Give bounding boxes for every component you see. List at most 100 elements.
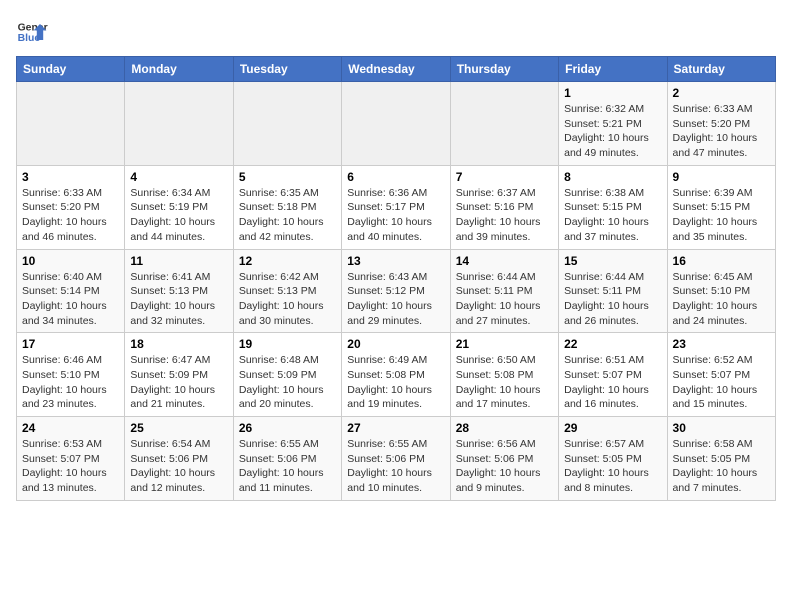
day-cell: 29 Sunrise: 6:57 AM Sunset: 5:05 PM Dayli… [559, 417, 667, 501]
day-number: 17 [22, 337, 119, 351]
day-cell: 4 Sunrise: 6:34 AM Sunset: 5:19 PM Daylig… [125, 165, 233, 249]
day-cell: 21 Sunrise: 6:50 AM Sunset: 5:08 PM Dayli… [450, 333, 558, 417]
week-row-3: 10 Sunrise: 6:40 AM Sunset: 5:14 PM Dayli… [17, 249, 776, 333]
day-cell: 2 Sunrise: 6:33 AM Sunset: 5:20 PM Daylig… [667, 82, 775, 166]
day-detail: Sunrise: 6:43 AM Sunset: 5:12 PM Dayligh… [347, 270, 444, 329]
day-detail: Sunrise: 6:37 AM Sunset: 5:16 PM Dayligh… [456, 186, 553, 245]
day-cell: 14 Sunrise: 6:44 AM Sunset: 5:11 PM Dayli… [450, 249, 558, 333]
day-detail: Sunrise: 6:40 AM Sunset: 5:14 PM Dayligh… [22, 270, 119, 329]
day-detail: Sunrise: 6:58 AM Sunset: 5:05 PM Dayligh… [673, 437, 770, 496]
day-number: 16 [673, 254, 770, 268]
day-cell [450, 82, 558, 166]
day-cell: 1Sunrise: 6:32 AM Sunset: 5:21 PM Daylig… [559, 82, 667, 166]
day-detail: Sunrise: 6:45 AM Sunset: 5:10 PM Dayligh… [673, 270, 770, 329]
col-header-friday: Friday [559, 57, 667, 82]
day-cell: 17 Sunrise: 6:46 AM Sunset: 5:10 PM Dayli… [17, 333, 125, 417]
logo-icon: General Blue [16, 16, 48, 48]
week-row-1: 1Sunrise: 6:32 AM Sunset: 5:21 PM Daylig… [17, 82, 776, 166]
day-number: 29 [564, 421, 661, 435]
day-detail: Sunrise: 6:34 AM Sunset: 5:19 PM Dayligh… [130, 186, 227, 245]
logo: General Blue [16, 16, 48, 48]
day-detail: Sunrise: 6:56 AM Sunset: 5:06 PM Dayligh… [456, 437, 553, 496]
day-cell: 30 Sunrise: 6:58 AM Sunset: 5:05 PM Dayli… [667, 417, 775, 501]
day-cell: 20 Sunrise: 6:49 AM Sunset: 5:08 PM Dayli… [342, 333, 450, 417]
day-number: 26 [239, 421, 336, 435]
day-detail: Sunrise: 6:55 AM Sunset: 5:06 PM Dayligh… [347, 437, 444, 496]
day-number: 13 [347, 254, 444, 268]
day-detail: Sunrise: 6:38 AM Sunset: 5:15 PM Dayligh… [564, 186, 661, 245]
day-number: 5 [239, 170, 336, 184]
day-cell: 6 Sunrise: 6:36 AM Sunset: 5:17 PM Daylig… [342, 165, 450, 249]
day-number: 30 [673, 421, 770, 435]
day-number: 2 [673, 86, 770, 100]
day-cell [125, 82, 233, 166]
day-cell: 8 Sunrise: 6:38 AM Sunset: 5:15 PM Daylig… [559, 165, 667, 249]
day-number: 20 [347, 337, 444, 351]
day-number: 18 [130, 337, 227, 351]
day-cell: 15 Sunrise: 6:44 AM Sunset: 5:11 PM Dayli… [559, 249, 667, 333]
day-cell: 24 Sunrise: 6:53 AM Sunset: 5:07 PM Dayli… [17, 417, 125, 501]
day-number: 9 [673, 170, 770, 184]
page-header: General Blue [16, 16, 776, 48]
col-header-thursday: Thursday [450, 57, 558, 82]
day-cell: 28Sunrise: 6:56 AM Sunset: 5:06 PM Dayli… [450, 417, 558, 501]
day-number: 4 [130, 170, 227, 184]
day-detail: Sunrise: 6:50 AM Sunset: 5:08 PM Dayligh… [456, 353, 553, 412]
calendar-table: SundayMondayTuesdayWednesdayThursdayFrid… [16, 56, 776, 501]
day-detail: Sunrise: 6:51 AM Sunset: 5:07 PM Dayligh… [564, 353, 661, 412]
day-detail: Sunrise: 6:55 AM Sunset: 5:06 PM Dayligh… [239, 437, 336, 496]
day-cell: 13 Sunrise: 6:43 AM Sunset: 5:12 PM Dayli… [342, 249, 450, 333]
day-detail: Sunrise: 6:57 AM Sunset: 5:05 PM Dayligh… [564, 437, 661, 496]
day-cell: 16 Sunrise: 6:45 AM Sunset: 5:10 PM Dayli… [667, 249, 775, 333]
day-number: 15 [564, 254, 661, 268]
day-detail: Sunrise: 6:44 AM Sunset: 5:11 PM Dayligh… [564, 270, 661, 329]
day-cell [233, 82, 341, 166]
day-cell [17, 82, 125, 166]
week-row-4: 17 Sunrise: 6:46 AM Sunset: 5:10 PM Dayli… [17, 333, 776, 417]
col-header-wednesday: Wednesday [342, 57, 450, 82]
col-header-saturday: Saturday [667, 57, 775, 82]
day-cell: 25Sunrise: 6:54 AM Sunset: 5:06 PM Dayli… [125, 417, 233, 501]
day-detail: Sunrise: 6:52 AM Sunset: 5:07 PM Dayligh… [673, 353, 770, 412]
week-row-2: 3Sunrise: 6:33 AM Sunset: 5:20 PM Daylig… [17, 165, 776, 249]
day-number: 7 [456, 170, 553, 184]
col-header-sunday: Sunday [17, 57, 125, 82]
day-detail: Sunrise: 6:32 AM Sunset: 5:21 PM Dayligh… [564, 102, 661, 161]
day-cell: 26 Sunrise: 6:55 AM Sunset: 5:06 PM Dayli… [233, 417, 341, 501]
day-cell: 10 Sunrise: 6:40 AM Sunset: 5:14 PM Dayli… [17, 249, 125, 333]
day-number: 8 [564, 170, 661, 184]
day-detail: Sunrise: 6:42 AM Sunset: 5:13 PM Dayligh… [239, 270, 336, 329]
day-number: 6 [347, 170, 444, 184]
day-cell: 19 Sunrise: 6:48 AM Sunset: 5:09 PM Dayli… [233, 333, 341, 417]
day-number: 14 [456, 254, 553, 268]
day-detail: Sunrise: 6:36 AM Sunset: 5:17 PM Dayligh… [347, 186, 444, 245]
day-number: 10 [22, 254, 119, 268]
day-detail: Sunrise: 6:33 AM Sunset: 5:20 PM Dayligh… [22, 186, 119, 245]
day-cell: 9 Sunrise: 6:39 AM Sunset: 5:15 PM Daylig… [667, 165, 775, 249]
day-detail: Sunrise: 6:49 AM Sunset: 5:08 PM Dayligh… [347, 353, 444, 412]
col-header-tuesday: Tuesday [233, 57, 341, 82]
day-detail: Sunrise: 6:41 AM Sunset: 5:13 PM Dayligh… [130, 270, 227, 329]
day-number: 21 [456, 337, 553, 351]
day-cell: 12Sunrise: 6:42 AM Sunset: 5:13 PM Dayli… [233, 249, 341, 333]
day-number: 23 [673, 337, 770, 351]
calendar-header-row: SundayMondayTuesdayWednesdayThursdayFrid… [17, 57, 776, 82]
day-number: 24 [22, 421, 119, 435]
day-detail: Sunrise: 6:48 AM Sunset: 5:09 PM Dayligh… [239, 353, 336, 412]
day-cell: 22 Sunrise: 6:51 AM Sunset: 5:07 PM Dayli… [559, 333, 667, 417]
day-cell: 7 Sunrise: 6:37 AM Sunset: 5:16 PM Daylig… [450, 165, 558, 249]
day-cell: 3Sunrise: 6:33 AM Sunset: 5:20 PM Daylig… [17, 165, 125, 249]
day-detail: Sunrise: 6:44 AM Sunset: 5:11 PM Dayligh… [456, 270, 553, 329]
day-number: 19 [239, 337, 336, 351]
day-detail: Sunrise: 6:46 AM Sunset: 5:10 PM Dayligh… [22, 353, 119, 412]
day-detail: Sunrise: 6:54 AM Sunset: 5:06 PM Dayligh… [130, 437, 227, 496]
day-cell: 18Sunrise: 6:47 AM Sunset: 5:09 PM Dayli… [125, 333, 233, 417]
day-cell: 23 Sunrise: 6:52 AM Sunset: 5:07 PM Dayli… [667, 333, 775, 417]
day-number: 22 [564, 337, 661, 351]
day-detail: Sunrise: 6:39 AM Sunset: 5:15 PM Dayligh… [673, 186, 770, 245]
day-number: 11 [130, 254, 227, 268]
day-detail: Sunrise: 6:53 AM Sunset: 5:07 PM Dayligh… [22, 437, 119, 496]
day-cell: 11 Sunrise: 6:41 AM Sunset: 5:13 PM Dayli… [125, 249, 233, 333]
day-cell [342, 82, 450, 166]
day-detail: Sunrise: 6:33 AM Sunset: 5:20 PM Dayligh… [673, 102, 770, 161]
